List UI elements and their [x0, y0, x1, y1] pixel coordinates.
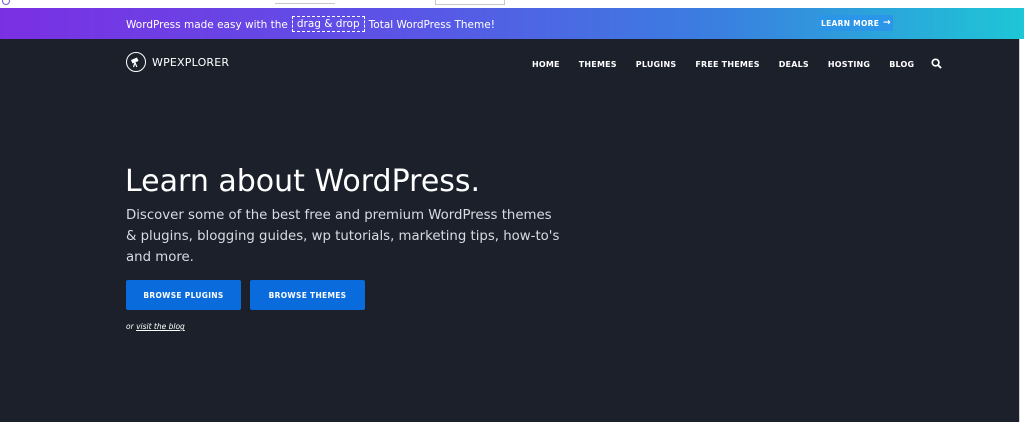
browser-chrome-strip: [0, 0, 1024, 8]
page-bottom-edge: [0, 422, 1024, 427]
browse-themes-button[interactable]: BROWSE THEMES: [250, 280, 365, 310]
nav-item-blog[interactable]: BLOG: [889, 60, 914, 69]
search-icon[interactable]: [931, 58, 943, 69]
or-text: or: [126, 322, 134, 331]
promo-bar: WordPress made easy with the drag & drop…: [0, 8, 1024, 39]
hero-description: Discover some of the best free and premi…: [126, 208, 560, 265]
promo-text-after: Total WordPress Theme!: [368, 19, 495, 31]
logo-text: WPEXPLORER: [152, 55, 230, 69]
browser-tab-edge: [275, 0, 335, 4]
promo-text-before: WordPress made easy with the: [126, 19, 288, 31]
blog-link-line: or visit the blog: [126, 322, 185, 331]
hero-title: Learn about WordPress.: [125, 164, 481, 199]
visit-blog-link[interactable]: visit the blog: [136, 322, 185, 331]
nav-item-free-themes[interactable]: FREE THEMES: [695, 60, 759, 69]
telescope-icon: [126, 52, 146, 72]
arrow-right-icon: →: [883, 17, 891, 28]
learn-more-button[interactable]: LEARN MORE →: [819, 15, 893, 31]
site-logo[interactable]: WPEXPLORER: [126, 52, 229, 72]
main-nav: HOME THEMES PLUGINS FREE THEMES DEALS HO…: [532, 58, 943, 70]
scrollbar-gutter: [1019, 39, 1024, 422]
nav-item-hosting[interactable]: HOSTING: [828, 60, 870, 69]
learn-more-label: LEARN MORE: [821, 18, 880, 28]
browser-tab-edge: [435, 0, 505, 5]
promo-highlight: drag & drop: [291, 16, 365, 32]
nav-item-deals[interactable]: DEALS: [779, 60, 809, 69]
browse-plugins-button[interactable]: BROWSE PLUGINS: [126, 280, 241, 310]
nav-item-plugins[interactable]: PLUGINS: [636, 60, 677, 69]
nav-item-themes[interactable]: THEMES: [579, 60, 617, 69]
promo-message: WordPress made easy with the drag & drop…: [126, 16, 495, 33]
browser-tab-icon: [2, 0, 10, 5]
site-main: WPEXPLORER HOME THEMES PLUGINS FREE THEM…: [0, 39, 1024, 422]
nav-item-home[interactable]: HOME: [532, 60, 560, 69]
